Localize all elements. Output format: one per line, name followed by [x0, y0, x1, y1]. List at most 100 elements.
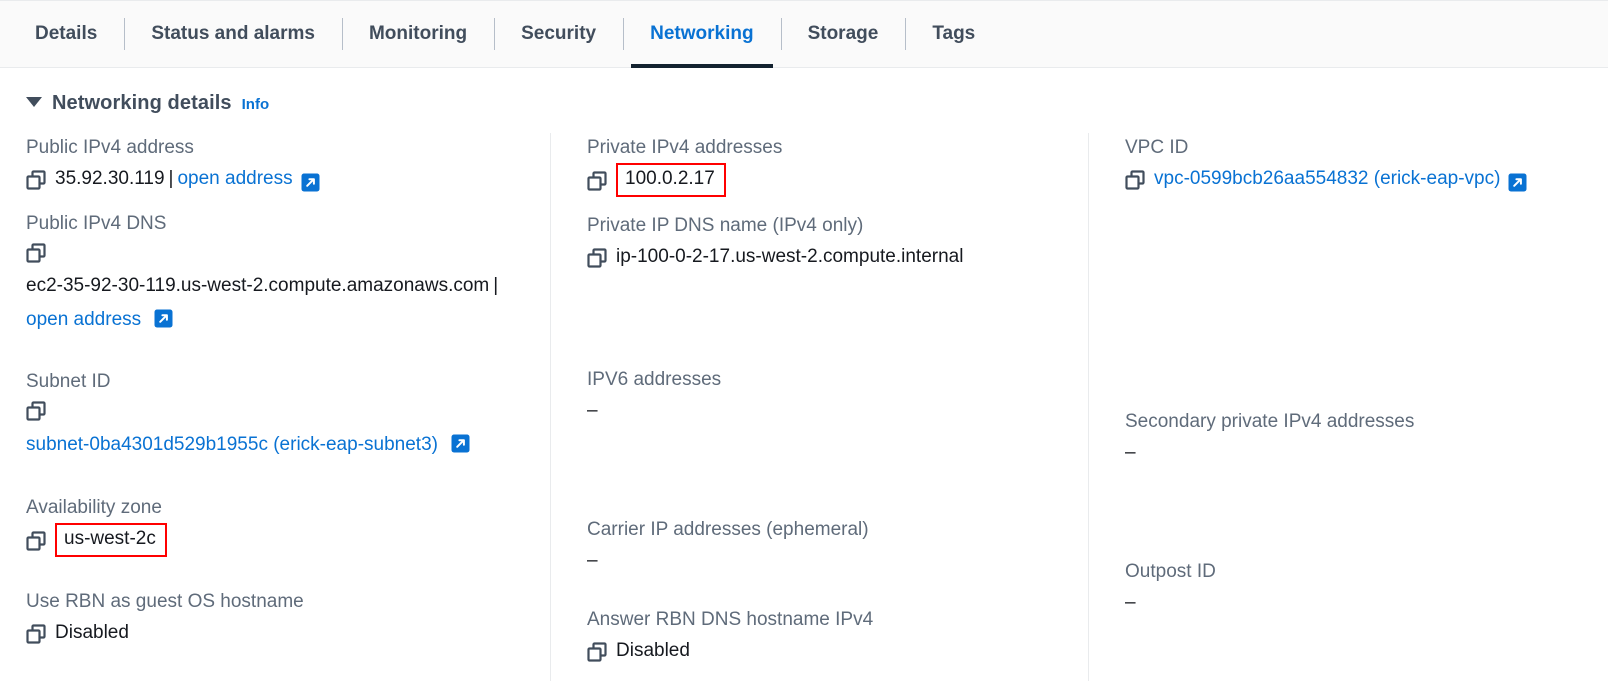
field-subnet-id: Subnet ID subnet-0ba4301d529b1955c (eric…	[26, 367, 532, 463]
subnet-id-link[interactable]: subnet-0ba4301d529b1955c (erick-eap-subn…	[26, 434, 438, 455]
open-address-link[interactable]: open address	[26, 309, 141, 330]
field-label: Private IPv4 addresses	[587, 137, 783, 158]
copy-icon[interactable]	[26, 170, 46, 190]
copy-icon[interactable]	[1125, 170, 1145, 190]
copy-icon[interactable]	[26, 401, 46, 421]
field-value: Disabled	[587, 635, 1070, 667]
public-ipv4-dns-value: ec2-35-92-30-119.us-west-2.compute.amazo…	[26, 275, 490, 296]
field-value: us-west-2c	[26, 523, 532, 557]
carrier-ip-addresses-value: –	[587, 550, 598, 571]
tab-tags[interactable]: Tags	[905, 1, 1002, 67]
copy-icon[interactable]	[26, 624, 46, 644]
info-link[interactable]: Info	[242, 96, 270, 113]
tab-label: Security	[521, 23, 597, 44]
ipv6-addresses-value: –	[587, 400, 598, 421]
field-value: Disabled	[26, 617, 532, 649]
field-label: Availability zone	[26, 497, 162, 518]
field-private-ip-dns-name: Private IP DNS name (IPv4 only) ip-100-0…	[587, 211, 1070, 273]
field-outpost-id: Outpost ID –	[1125, 557, 1590, 619]
tab-networking[interactable]: Networking	[623, 1, 780, 68]
field-public-ipv4-address: Public IPv4 address 35.92.30.119 | open …	[26, 133, 532, 195]
field-value: ip-100-0-2-17.us-west-2.compute.internal	[587, 241, 1070, 273]
external-link-icon[interactable]	[301, 173, 320, 192]
field-carrier-ip-addresses: Carrier IP addresses (ephemeral) –	[587, 515, 1070, 577]
field-label: Public IPv4 address	[26, 137, 194, 158]
field-label: Carrier IP addresses (ephemeral)	[587, 519, 869, 540]
copy-icon[interactable]	[587, 248, 607, 268]
copy-icon[interactable]	[587, 171, 607, 191]
field-ipv6-addresses: IPV6 addresses –	[587, 365, 1070, 427]
tab-label: Status and alarms	[151, 23, 315, 44]
field-value: 100.0.2.17	[587, 163, 1070, 197]
vpc-id-link[interactable]: vpc-0599bcb26aa554832 (erick-eap-vpc)	[1154, 163, 1500, 195]
copy-icon[interactable]	[26, 243, 46, 263]
field-answer-rbn-dns-hostname-ipv4: Answer RBN DNS hostname IPv4 Disabled	[587, 605, 1070, 667]
field-secondary-private-ipv4-addresses: Secondary private IPv4 addresses –	[1125, 407, 1590, 469]
page-title: Networking details	[52, 92, 232, 114]
separator: |	[493, 275, 499, 296]
field-label: IPV6 addresses	[587, 369, 722, 390]
field-value: 35.92.30.119 | open address	[26, 163, 532, 195]
private-ip-dns-name-value: ip-100-0-2-17.us-west-2.compute.internal	[616, 246, 964, 267]
private-ipv4-address-value: 100.0.2.17	[625, 168, 715, 189]
field-label: Secondary private IPv4 addresses	[1125, 411, 1415, 432]
networking-details-header: Networking details Info	[0, 68, 1608, 115]
use-rbn-as-guest-os-hostname-value: Disabled	[55, 622, 129, 643]
outpost-id-value: –	[1125, 592, 1136, 613]
tab-monitoring[interactable]: Monitoring	[341, 1, 494, 67]
field-public-ipv4-dns: Public IPv4 DNS ec2-35-92-30-119.us-west…	[26, 209, 532, 337]
field-label: Private IP DNS name (IPv4 only)	[587, 215, 864, 236]
secondary-private-ipv4-addresses-value: –	[1125, 442, 1136, 463]
field-value: subnet-0ba4301d529b1955c (erick-eap-subn…	[26, 397, 532, 463]
tab-security[interactable]: Security	[494, 1, 623, 67]
external-link-icon[interactable]	[451, 434, 470, 453]
separator: |	[168, 168, 174, 189]
field-label: Answer RBN DNS hostname IPv4	[587, 609, 874, 630]
tab-storage[interactable]: Storage	[780, 1, 906, 67]
open-address-link[interactable]: open address	[177, 163, 292, 195]
networking-details-grid: Public IPv4 address 35.92.30.119 | open …	[0, 115, 1608, 681]
availability-zone-value-highlight: us-west-2c	[55, 523, 167, 557]
field-label: Subnet ID	[26, 371, 111, 392]
field-use-rbn-as-guest-os-hostname: Use RBN as guest OS hostname Disabled	[26, 587, 532, 649]
copy-icon[interactable]	[587, 642, 607, 662]
tab-status-and-alarms[interactable]: Status and alarms	[124, 1, 342, 67]
column-right: VPC ID vpc-0599bcb26aa554832 (erick-eap-…	[1088, 133, 1608, 681]
column-left: Public IPv4 address 35.92.30.119 | open …	[0, 133, 550, 681]
tab-label: Networking	[650, 23, 754, 44]
field-label: Outpost ID	[1125, 561, 1216, 582]
tab-label: Monitoring	[368, 23, 468, 44]
field-label: VPC ID	[1125, 137, 1189, 158]
collapse-caret-icon[interactable]	[26, 97, 42, 107]
external-link-icon[interactable]	[1508, 173, 1527, 192]
field-value: ec2-35-92-30-119.us-west-2.compute.amazo…	[26, 239, 532, 337]
column-middle: Private IPv4 addresses 100.0.2.17 Privat…	[550, 133, 1088, 681]
field-label: Use RBN as guest OS hostname	[26, 591, 304, 612]
availability-zone-value: us-west-2c	[64, 528, 156, 549]
field-vpc-id: VPC ID vpc-0599bcb26aa554832 (erick-eap-…	[1125, 133, 1590, 195]
tab-bar: Details Status and alarms Monitoring Sec…	[0, 0, 1608, 68]
tab-label: Storage	[807, 23, 879, 44]
copy-icon[interactable]	[26, 531, 46, 551]
field-value: vpc-0599bcb26aa554832 (erick-eap-vpc)	[1125, 163, 1590, 195]
answer-rbn-dns-hostname-ipv4-value: Disabled	[616, 640, 690, 661]
tab-details[interactable]: Details	[8, 1, 124, 67]
external-link-icon[interactable]	[154, 309, 173, 328]
public-ipv4-address-value: 35.92.30.119	[55, 168, 165, 189]
tab-label: Tags	[932, 23, 976, 44]
field-label: Public IPv4 DNS	[26, 213, 167, 234]
field-availability-zone: Availability zone us-west-2c	[26, 493, 532, 557]
field-private-ipv4-addresses: Private IPv4 addresses 100.0.2.17	[587, 133, 1070, 197]
private-ipv4-address-value-highlight: 100.0.2.17	[616, 163, 726, 197]
tab-label: Details	[35, 23, 98, 44]
